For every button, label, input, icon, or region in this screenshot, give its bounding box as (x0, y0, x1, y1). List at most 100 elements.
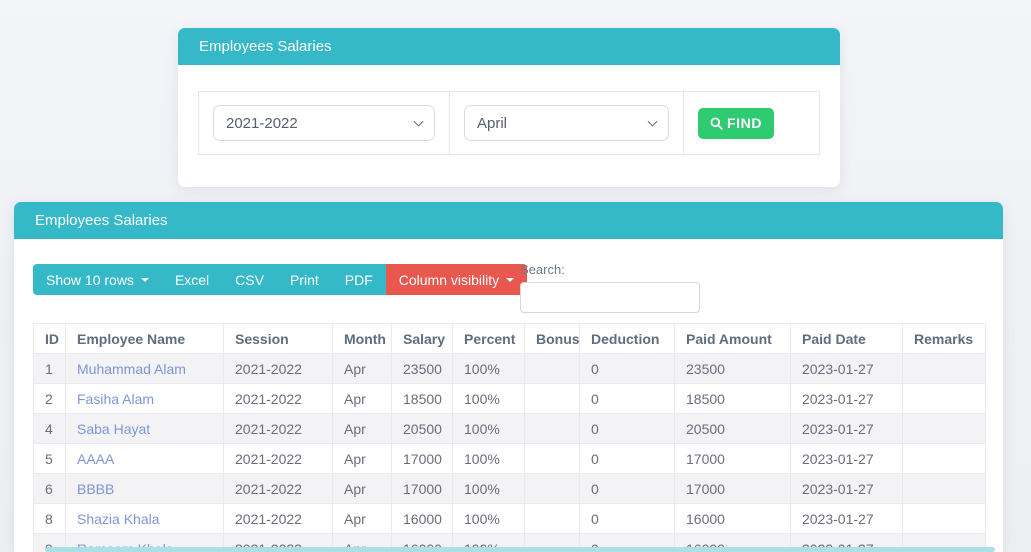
cell-session: 2021-2022 (223, 503, 333, 534)
cell-employee-name: Shazia Khala (65, 503, 224, 534)
column-visibility-label: Column visibility (398, 271, 500, 288)
cell-deduction: 0 (579, 503, 675, 534)
search-icon (710, 116, 723, 130)
cell-remarks (902, 443, 986, 474)
filter-card-title: Employees Salaries (199, 38, 332, 55)
cell-deduction: 0 (579, 443, 675, 474)
employee-name-link[interactable]: BBBB (77, 481, 114, 497)
export-excel-button[interactable]: Excel (161, 264, 223, 295)
cell-bonus (524, 383, 580, 414)
employee-name-link[interactable]: Fasiha Alam (77, 391, 154, 407)
cell-id: 8 (33, 503, 66, 534)
cell-employee-name: AAAA (65, 443, 224, 474)
column-header-session[interactable]: Session (223, 323, 333, 354)
table-row: 8 Shazia Khala 2021-2022 Apr 16000 100% 0 16000… (33, 503, 986, 534)
column-header-id[interactable]: ID (33, 323, 66, 354)
page-background: Employees Salaries 2021-2022 April FIND … (0, 0, 1031, 552)
datatable-toolbar: Show 10 rows Excel CSV Print PDF Column vis… (33, 262, 984, 323)
find-button[interactable]: FIND (698, 107, 775, 139)
column-header-salary[interactable]: Salary (391, 323, 453, 354)
horizontal-scrollbar[interactable] (45, 547, 995, 552)
column-header-deduction[interactable]: Deduction (579, 323, 675, 354)
cell-paid-amount: 16000 (674, 503, 791, 534)
table-row: 2 Fasiha Alam 2021-2022 Apr 18500 100% 0 18500 2… (33, 383, 986, 414)
session-filter-cell: 2021-2022 (199, 92, 450, 154)
show-rows-button[interactable]: Show 10 rows (33, 264, 162, 295)
cell-percent: 100% (452, 353, 525, 384)
cell-deduction: 0 (579, 413, 675, 444)
table-row: 4 Saba Hayat 2021-2022 Apr 20500 100% 0 20500 20… (33, 413, 986, 444)
caret-down-icon (506, 277, 515, 282)
cell-paid-date: 2023-01-27 (790, 413, 903, 444)
column-header-paid-amount[interactable]: Paid Amount (674, 323, 791, 354)
cell-session: 2021-2022 (223, 413, 333, 444)
column-header-bonus[interactable]: Bonus (524, 323, 580, 354)
cell-percent: 100% (452, 383, 525, 414)
cell-employee-name: Saba Hayat (65, 413, 224, 444)
month-select[interactable]: April (464, 105, 669, 141)
cell-percent: 100% (452, 503, 525, 534)
cell-id: 6 (33, 473, 66, 504)
employee-name-link[interactable]: Shazia Khala (77, 511, 160, 527)
cell-id: 4 (33, 413, 66, 444)
cell-bonus (524, 413, 580, 444)
cell-employee-name: Fasiha Alam (65, 383, 224, 414)
employee-name-link[interactable]: Muhammad Alam (77, 361, 186, 377)
cell-paid-date: 2023-01-27 (790, 383, 903, 414)
header-row: ID Employee Name Session Month Salary Percent… (33, 323, 986, 354)
table-row: 5 AAAA 2021-2022 Apr 17000 100% 0 17000 2023-01-… (33, 443, 986, 474)
cell-month: Apr (332, 383, 392, 414)
find-button-label: FIND (727, 115, 763, 131)
cell-percent: 100% (452, 443, 525, 474)
table-card-title: Employees Salaries (35, 212, 168, 229)
table-row: 1 Muhammad Alam 2021-2022 Apr 23500 100% 0 2350… (33, 353, 986, 384)
export-buttons: Excel CSV Print PDF (161, 264, 386, 295)
cell-session: 2021-2022 (223, 473, 333, 504)
table-row: 6 BBBB 2021-2022 Apr 17000 100% 0 17000 2023-01-… (33, 473, 986, 504)
cell-percent: 100% (452, 413, 525, 444)
session-select[interactable]: 2021-2022 (213, 105, 435, 141)
cell-bonus (524, 443, 580, 474)
cell-id: 1 (33, 353, 66, 384)
cell-remarks (902, 353, 986, 384)
cell-paid-amount: 20500 (674, 413, 791, 444)
column-header-month[interactable]: Month (332, 323, 392, 354)
employee-name-link[interactable]: Saba Hayat (77, 421, 150, 437)
table-card-body: Show 10 rows Excel CSV Print PDF Column vis… (14, 239, 1003, 552)
cell-paid-date: 2023-01-27 (790, 503, 903, 534)
salaries-table-body: 1 Muhammad Alam 2021-2022 Apr 23500 100% 0 2350… (33, 353, 986, 552)
search-input[interactable] (520, 282, 700, 313)
export-pdf-button[interactable]: PDF (331, 264, 386, 295)
cell-session: 2021-2022 (223, 353, 333, 384)
cell-paid-date: 2023-01-27 (790, 473, 903, 504)
export-print-button[interactable]: Print (276, 264, 332, 295)
filter-card: Employees Salaries 2021-2022 April FIND (178, 28, 840, 187)
datatable-button-group: Show 10 rows Excel CSV Print PDF Column vis… (33, 264, 528, 295)
column-header-employee-name[interactable]: Employee Name (65, 323, 224, 354)
cell-employee-name: Muhammad Alam (65, 353, 224, 384)
employee-name-link[interactable]: AAAA (77, 451, 114, 467)
cell-salary: 16000 (391, 503, 453, 534)
cell-salary: 17000 (391, 473, 453, 504)
filter-card-body: 2021-2022 April FIND (178, 65, 840, 155)
cell-salary: 18500 (391, 383, 453, 414)
cell-id: 5 (33, 443, 66, 474)
column-header-paid-date[interactable]: Paid Date (790, 323, 903, 354)
filter-form-row: 2021-2022 April FIND (198, 91, 820, 155)
cell-remarks (902, 383, 986, 414)
column-header-percent[interactable]: Percent (452, 323, 525, 354)
column-header-remarks[interactable]: Remarks (902, 323, 986, 354)
cell-remarks (902, 503, 986, 534)
cell-month: Apr (332, 413, 392, 444)
month-select-wrap: April (464, 105, 669, 141)
cell-session: 2021-2022 (223, 383, 333, 414)
cell-bonus (524, 353, 580, 384)
find-button-cell: FIND (684, 92, 819, 154)
cell-remarks (902, 413, 986, 444)
export-csv-button[interactable]: CSV (222, 264, 277, 295)
search-box: Search: (520, 262, 700, 313)
column-visibility-button[interactable]: Column visibility (385, 264, 528, 295)
cell-employee-name: BBBB (65, 473, 224, 504)
table-card-header: Employees Salaries (14, 202, 1003, 239)
cell-month: Apr (332, 473, 392, 504)
